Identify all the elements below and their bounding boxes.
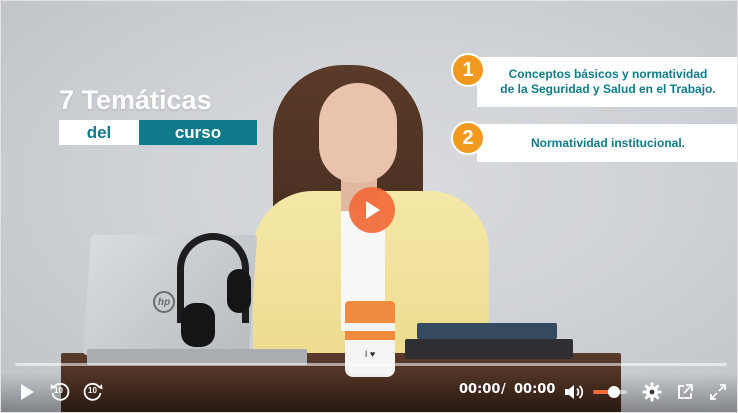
popout-button[interactable] bbox=[672, 379, 698, 405]
book-stack-bottom bbox=[405, 339, 573, 359]
course-title: 7 Temáticas bbox=[59, 85, 212, 115]
fullscreen-icon bbox=[710, 384, 726, 400]
video-player[interactable]: hp I ♥ 7 Temáticas del curso Conceptos b… bbox=[0, 0, 738, 413]
big-play-button[interactable] bbox=[349, 187, 395, 233]
book-stack-top bbox=[417, 323, 557, 339]
volume-icon bbox=[565, 385, 584, 399]
settings-button[interactable] bbox=[639, 379, 665, 405]
time-separator: / bbox=[501, 382, 506, 397]
topic-item-1: Conceptos básicos y normatividad de la S… bbox=[477, 57, 737, 107]
topic-item-2: Normatividad institucional. bbox=[477, 124, 737, 162]
coffee-cup-stripe bbox=[345, 331, 395, 340]
topic-1-line-1: Conceptos básicos y normatividad bbox=[508, 67, 708, 81]
topic-1-line-2: de la Seguridad y Salud en el Trabajo. bbox=[500, 82, 716, 96]
topic-number-1: 1 bbox=[451, 53, 485, 87]
play-button[interactable] bbox=[14, 379, 40, 405]
rewind-10-button[interactable]: 10 bbox=[47, 379, 73, 405]
forward-10-label: 10 bbox=[88, 386, 97, 395]
big-play-icon bbox=[366, 201, 380, 219]
course-title-del: del bbox=[59, 120, 139, 145]
progress-bar[interactable] bbox=[15, 363, 727, 366]
popout-icon bbox=[678, 384, 693, 399]
laptop-logo: hp bbox=[153, 291, 175, 313]
current-time: 00:00 bbox=[459, 382, 501, 397]
topic-2-line-1: Normatividad institucional. bbox=[530, 135, 686, 150]
gear-icon bbox=[642, 382, 662, 402]
rewind-10-label: 10 bbox=[54, 386, 63, 395]
play-icon bbox=[21, 384, 34, 400]
duration: 00:00 bbox=[514, 382, 556, 397]
forward-10-button[interactable]: 10 bbox=[80, 379, 106, 405]
course-title-curso: curso bbox=[139, 120, 257, 145]
volume-knob[interactable] bbox=[608, 386, 621, 398]
cup-text: I ♥ bbox=[364, 349, 376, 359]
coffee-cup-lid bbox=[345, 301, 395, 323]
volume-button[interactable] bbox=[561, 379, 587, 405]
presenter-face bbox=[319, 83, 397, 183]
topic-number-2: 2 bbox=[451, 121, 485, 155]
fullscreen-button[interactable] bbox=[705, 379, 731, 405]
control-bar bbox=[1, 373, 737, 412]
volume-slider[interactable] bbox=[593, 386, 627, 398]
headphones-cup-right bbox=[227, 269, 251, 313]
headphones-cup-left bbox=[181, 303, 215, 347]
